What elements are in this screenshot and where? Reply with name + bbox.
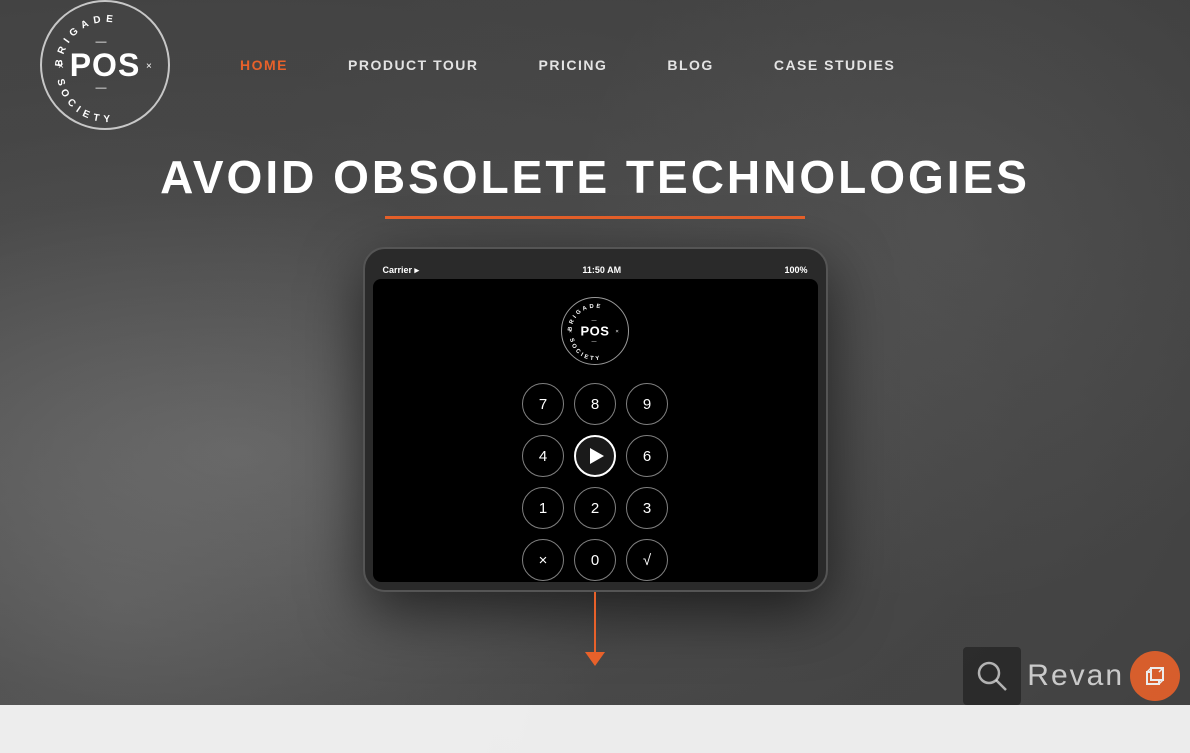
numpad-key-6[interactable]: 6: [626, 435, 668, 477]
hero-title: AVOID OBSOLETE TECHNOLOGIES: [160, 150, 1030, 204]
ipad-frame: Carrier ▸ 11:50 AM 100% BRIGADE: [363, 247, 828, 592]
nav-links: HOME PRODUCT TOUR PRICING BLOG CASE STUD…: [240, 57, 895, 73]
ipad-time: 11:50 AM: [582, 265, 621, 275]
logo-ring-svg: BRIGADE SOCIETY × ×: [42, 2, 172, 132]
ipad-carrier: Carrier ▸: [383, 265, 420, 276]
revan-brand-text: Revan: [1027, 659, 1124, 693]
svg-text:×: ×: [58, 61, 64, 72]
numpad-key-2[interactable]: 2: [574, 487, 616, 529]
revan-icon-svg: [973, 657, 1011, 695]
hero-underline: [385, 216, 805, 219]
nav-link-product-tour[interactable]: PRODUCT TOUR: [348, 57, 479, 73]
navigation: BRIGADE SOCIETY × × — POS — HOME PRODUCT…: [0, 0, 1190, 130]
ipad-mockup: Carrier ▸ 11:50 AM 100% BRIGADE: [363, 247, 828, 592]
ipad-battery: 100%: [784, 265, 807, 275]
numpad-key-9[interactable]: 9: [626, 383, 668, 425]
logo[interactable]: BRIGADE SOCIETY × × — POS —: [40, 0, 180, 140]
bottom-bar: [0, 705, 1190, 753]
numpad-key-x[interactable]: ×: [522, 539, 564, 581]
numpad-key-check[interactable]: √: [626, 539, 668, 581]
nav-link-home[interactable]: HOME: [240, 57, 288, 73]
revan-watermark: Revan: [963, 647, 1180, 705]
svg-text:×: ×: [146, 61, 152, 72]
revan-icon-circle: [1130, 651, 1180, 701]
svg-text:SOCIETY: SOCIETY: [54, 78, 115, 126]
nav-link-pricing[interactable]: PRICING: [539, 57, 608, 73]
scroll-down-arrow[interactable]: [585, 592, 605, 666]
ipad-status-bar: Carrier ▸ 11:50 AM 100%: [373, 261, 818, 279]
revan-cube-icon: [1141, 662, 1169, 690]
svg-text:×: ×: [615, 329, 618, 335]
nav-link-case-studies[interactable]: CASE STUDIES: [774, 57, 895, 73]
revan-search-icon: [963, 647, 1021, 705]
numpad-key-8[interactable]: 8: [574, 383, 616, 425]
screen-logo-pos: POS: [581, 324, 610, 339]
screen-logo: BRIGADE SOCIETY × × — POS —: [561, 297, 629, 365]
numpad-key-4[interactable]: 4: [522, 435, 564, 477]
nav-link-blog[interactable]: BLOG: [667, 57, 713, 73]
arrow-head-icon: [585, 652, 605, 666]
numpad: 7 8 9 4 6 1 2 3 × 0 √: [522, 383, 668, 581]
numpad-play-button[interactable]: [574, 435, 616, 477]
svg-text:×: ×: [569, 329, 572, 335]
hero-content: AVOID OBSOLETE TECHNOLOGIES Carrier ▸ 11…: [0, 130, 1190, 666]
ipad-screen: BRIGADE SOCIETY × × — POS —: [373, 279, 818, 582]
svg-text:BRIGADE: BRIGADE: [54, 14, 119, 68]
play-triangle-icon: [590, 448, 604, 464]
arrow-line: [594, 592, 596, 652]
numpad-key-7[interactable]: 7: [522, 383, 564, 425]
numpad-key-1[interactable]: 1: [522, 487, 564, 529]
numpad-key-3[interactable]: 3: [626, 487, 668, 529]
numpad-key-0[interactable]: 0: [574, 539, 616, 581]
